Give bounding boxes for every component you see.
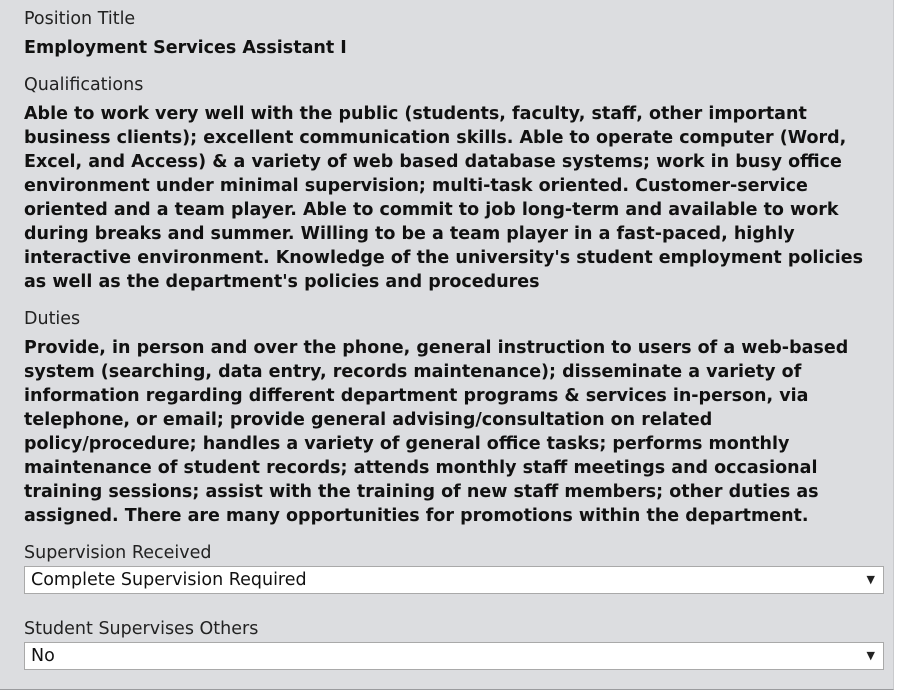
duties-section: Duties Provide, in person and over the p… — [24, 308, 893, 528]
supervision-received-label: Supervision Received — [24, 543, 212, 563]
duties-label: Duties — [24, 309, 81, 329]
position-title-label: Position Title — [24, 9, 136, 29]
qualifications-value: Able to work very well with the public (… — [24, 104, 864, 292]
supervises-others-section: Student Supervises Others No ▼ — [24, 618, 893, 670]
chevron-down-icon: ▼ — [866, 649, 875, 662]
position-title-section: Position Title Employment Services Assis… — [24, 8, 893, 60]
qualifications-section: Qualifications Able to work very well wi… — [24, 74, 893, 294]
position-title-value: Employment Services Assistant I — [24, 38, 347, 58]
qualifications-label: Qualifications — [24, 75, 144, 95]
supervision-received-selected-value: Complete Supervision Required — [31, 570, 307, 590]
supervision-received-select[interactable]: Complete Supervision Required ▼ — [24, 566, 884, 594]
supervises-others-label: Student Supervises Others — [24, 619, 259, 639]
job-details-panel: Position Title Employment Services Assis… — [0, 0, 894, 690]
chevron-down-icon: ▼ — [866, 573, 875, 586]
supervision-received-section: Supervision Received Complete Supervisio… — [24, 542, 893, 594]
duties-value: Provide, in person and over the phone, g… — [24, 338, 849, 526]
supervises-others-select[interactable]: No ▼ — [24, 642, 884, 670]
supervises-others-selected-value: No — [31, 646, 55, 666]
